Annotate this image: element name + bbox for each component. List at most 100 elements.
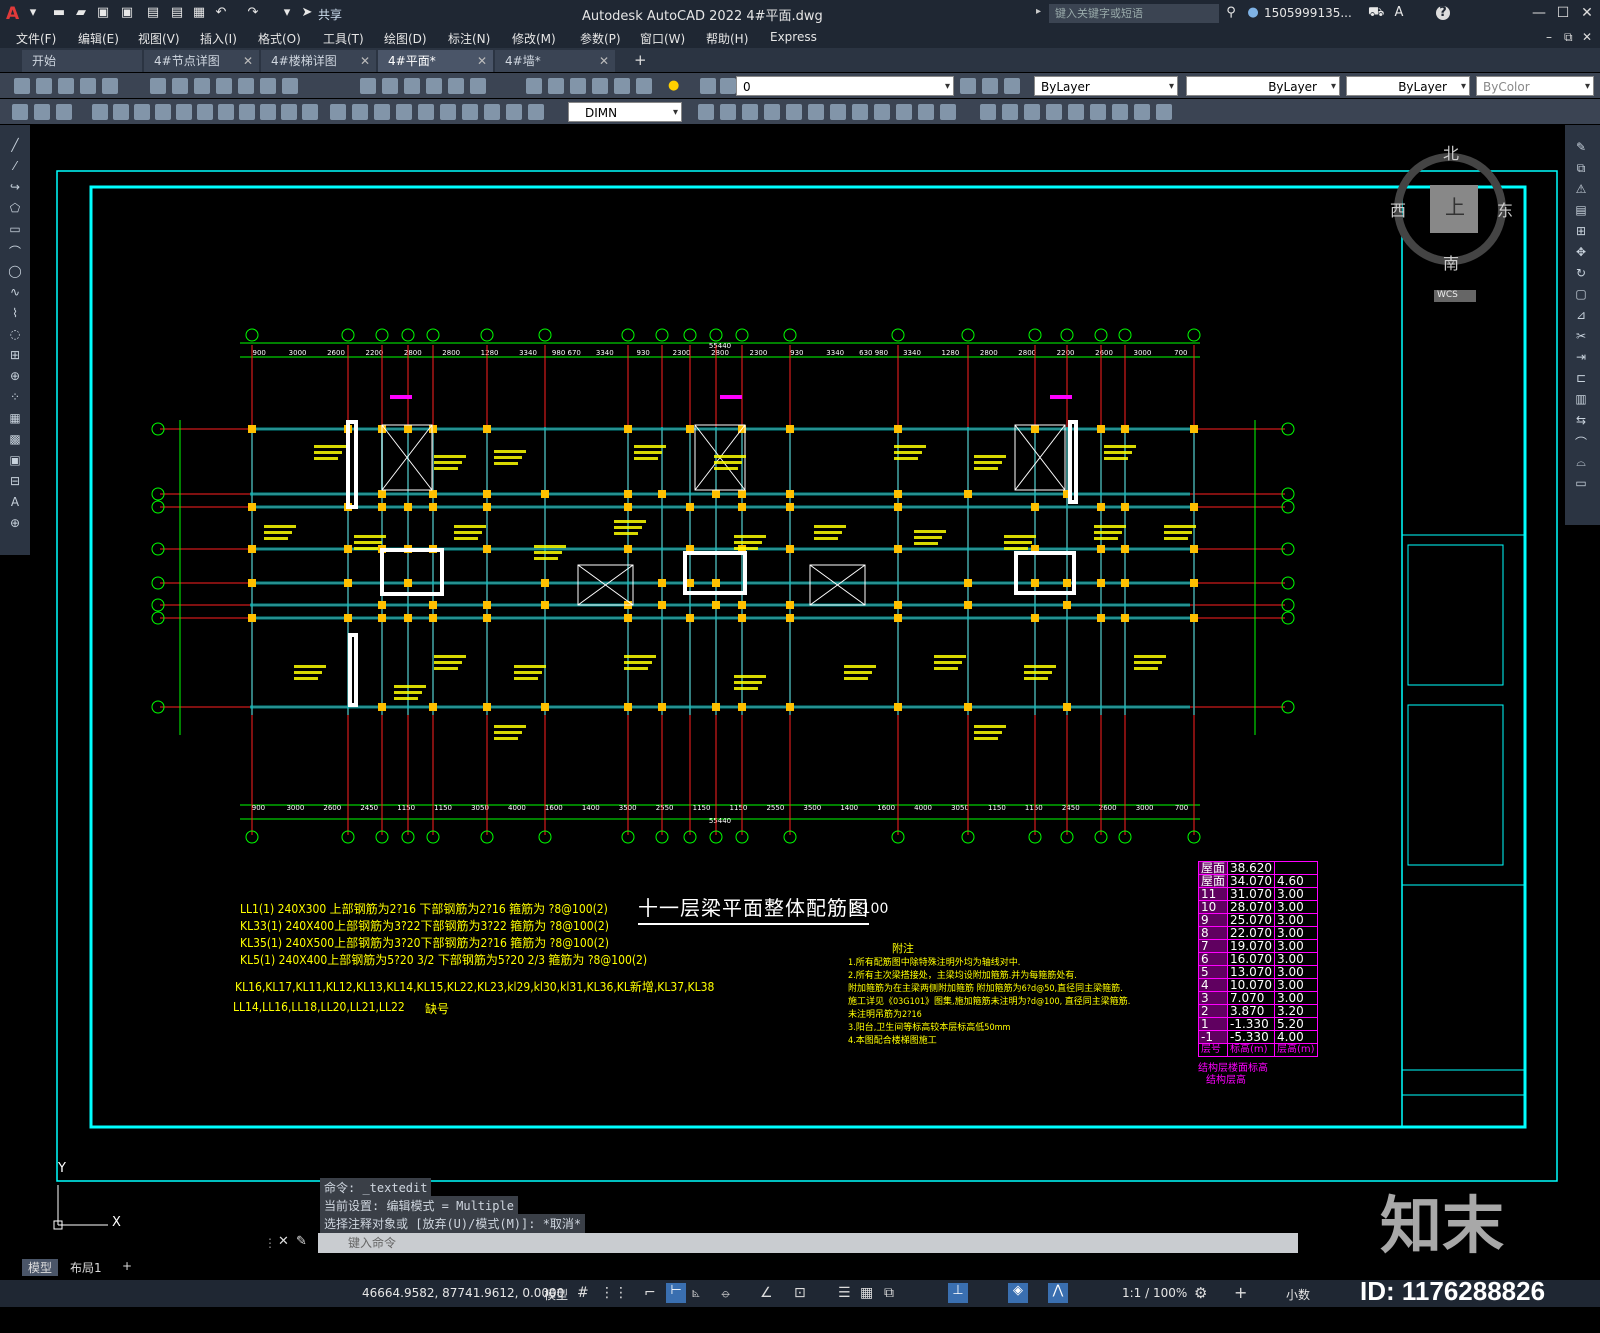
object-snap-tracking-icon[interactable]: ∠ bbox=[760, 1285, 773, 1301]
modify-tool-icon[interactable]: ⚠ bbox=[1573, 182, 1589, 196]
draw-tool-icon[interactable]: ◌ bbox=[7, 327, 23, 341]
toolbar-tool-icon[interactable] bbox=[150, 78, 166, 94]
help-icon[interactable]: ? bbox=[1436, 6, 1450, 20]
toolbar-tool-icon[interactable] bbox=[526, 78, 542, 94]
toolbar-tool-icon[interactable] bbox=[92, 104, 108, 120]
color-dropdown[interactable]: ByLayer ▾ bbox=[1034, 76, 1178, 96]
toolbar-tool-icon[interactable] bbox=[330, 104, 346, 120]
toolbar-tool-icon[interactable] bbox=[1156, 104, 1172, 120]
units-readout[interactable]: 小数 bbox=[1286, 1286, 1310, 1303]
modify-tool-icon[interactable]: ⇆ bbox=[1573, 413, 1589, 427]
toolbar-tool-icon[interactable] bbox=[239, 104, 255, 120]
beam-note[interactable]: KL35(1) 240X500上部钢筋为3?20下部钢筋为2?16 箍筋为 ?8… bbox=[240, 934, 609, 951]
toolbar-tool-icon[interactable] bbox=[700, 78, 716, 94]
undo-icon[interactable]: ↶ bbox=[214, 6, 228, 20]
general-note[interactable]: 未注明吊筋为2?16 bbox=[848, 1007, 922, 1020]
toolbar-tool-icon[interactable] bbox=[918, 104, 934, 120]
doc-close-icon[interactable]: ✕ bbox=[1582, 30, 1592, 44]
transparency-icon[interactable]: ▦ bbox=[860, 1285, 873, 1301]
app-menu-caret-icon[interactable]: ▾ bbox=[26, 6, 40, 20]
toolbar-tool-icon[interactable] bbox=[302, 104, 318, 120]
coordinates-readout[interactable]: 46664.9582, 87741.9612, 0.0000 bbox=[362, 1286, 564, 1300]
toolbar-tool-icon[interactable] bbox=[528, 104, 544, 120]
general-note[interactable]: 3.阳台,卫生间等标高较本层标高低50mm bbox=[848, 1020, 1010, 1033]
draw-tool-icon[interactable]: ⊞ bbox=[7, 348, 23, 362]
new-layout-icon[interactable]: + bbox=[122, 1259, 132, 1273]
toolbar-tool-icon[interactable] bbox=[874, 104, 890, 120]
toolbar-tool-icon[interactable] bbox=[282, 78, 298, 94]
draw-tool-icon[interactable]: ⊟ bbox=[7, 474, 23, 488]
toolbar-tool-icon[interactable] bbox=[352, 104, 368, 120]
toolbar-tool-icon[interactable] bbox=[614, 78, 630, 94]
annotation-scale[interactable]: 1:1 / 100% bbox=[1122, 1286, 1187, 1300]
polar-icon[interactable]: ⦝ bbox=[692, 1285, 700, 1301]
toolbar-tool-icon[interactable] bbox=[374, 104, 390, 120]
draw-tool-icon[interactable]: ▣ bbox=[7, 453, 23, 467]
add-icon[interactable]: + bbox=[1234, 1283, 1247, 1302]
share-button[interactable]: 共享 bbox=[318, 6, 342, 23]
toolbar-tool-icon[interactable] bbox=[830, 104, 846, 120]
tab-close-icon[interactable]: ✕ bbox=[599, 50, 609, 72]
general-note[interactable]: 1.所有配筋图中除特殊注明外均为轴线对中. bbox=[848, 955, 1020, 968]
toolbar-tool-icon[interactable] bbox=[418, 104, 434, 120]
menu-modify[interactable]: 修改(M) bbox=[512, 30, 556, 47]
toolbar-tool-icon[interactable] bbox=[14, 78, 30, 94]
toolbar-tool-icon[interactable] bbox=[1004, 78, 1020, 94]
toolbar-tool-icon[interactable] bbox=[172, 78, 188, 94]
modify-tool-icon[interactable]: ✂ bbox=[1573, 329, 1589, 343]
toolbar-tool-icon[interactable] bbox=[58, 78, 74, 94]
beam-note[interactable]: LL1(1) 240X300 上部钢筋为2?16 下部钢筋为2?16 箍筋为 ?… bbox=[240, 900, 608, 917]
customize-qat-icon[interactable]: ▾ bbox=[280, 6, 294, 20]
toolbar-tool-icon[interactable] bbox=[113, 104, 129, 120]
tab-layout1[interactable]: 布局1 bbox=[70, 1259, 102, 1276]
modify-tool-icon[interactable]: ⧉ bbox=[1573, 161, 1589, 175]
ortho-icon[interactable]: ⊢ bbox=[666, 1283, 686, 1303]
toolbar-tool-icon[interactable] bbox=[940, 104, 956, 120]
notes-title[interactable]: 附注 bbox=[892, 940, 914, 956]
isodraft-icon[interactable]: ⦵ bbox=[720, 1285, 732, 1301]
modify-tool-icon[interactable]: ⊞ bbox=[1573, 224, 1589, 238]
modify-tool-icon[interactable]: ⊿ bbox=[1573, 308, 1589, 322]
toolbar-tool-icon[interactable] bbox=[1134, 104, 1150, 120]
toolbar-tool-icon[interactable] bbox=[786, 104, 802, 120]
menu-draw[interactable]: 绘图(D) bbox=[384, 30, 427, 47]
tab-close-icon[interactable]: ✕ bbox=[360, 50, 370, 72]
drawing-title[interactable]: 十一层梁平面整体配筋图 bbox=[638, 892, 869, 925]
toolbar-tool-icon[interactable] bbox=[216, 78, 232, 94]
draw-tool-icon[interactable]: ⬠ bbox=[7, 201, 23, 215]
toolbar-tool-icon[interactable] bbox=[281, 104, 297, 120]
menu-edit[interactable]: 编辑(E) bbox=[78, 30, 119, 47]
toolbar-tool-icon[interactable] bbox=[34, 104, 50, 120]
toolbar-tool-icon[interactable] bbox=[56, 104, 72, 120]
draw-tool-icon[interactable]: A bbox=[7, 495, 23, 509]
toolbar-tool-icon[interactable] bbox=[1024, 104, 1040, 120]
workspace-gear-icon[interactable]: ⚙ bbox=[1194, 1284, 1207, 1302]
wcs-label[interactable]: WCS bbox=[1437, 290, 1458, 300]
search-input[interactable]: 键入关键字或短语 bbox=[1049, 4, 1219, 23]
command-grip-icon[interactable]: ⋮ bbox=[264, 1236, 276, 1250]
toolbar-tool-icon[interactable] bbox=[382, 78, 398, 94]
toolbar-tool-icon[interactable] bbox=[852, 104, 868, 120]
toolbar-tool-icon[interactable] bbox=[698, 104, 714, 120]
toolbar-tool-icon[interactable] bbox=[197, 104, 213, 120]
doc-restore-icon[interactable]: ⧉ bbox=[1564, 30, 1573, 45]
menu-help[interactable]: 帮助(H) bbox=[706, 30, 748, 47]
tab-wall[interactable]: 4#墙* ✕ bbox=[495, 50, 615, 72]
lineweight-dropdown[interactable]: ByLayer ▾ bbox=[1346, 76, 1470, 96]
tab-start[interactable]: 开始 bbox=[22, 50, 142, 72]
selection-cycling-icon[interactable]: ⧉ bbox=[884, 1285, 894, 1301]
toolbar-tool-icon[interactable] bbox=[720, 104, 736, 120]
search-expand-icon[interactable]: ▸ bbox=[1036, 6, 1041, 17]
maximize-button[interactable]: ☐ bbox=[1552, 3, 1574, 23]
menu-express[interactable]: Express bbox=[770, 30, 817, 44]
toolbar-tool-icon[interactable] bbox=[960, 78, 976, 94]
layer-bulb-icon[interactable]: ● bbox=[668, 78, 684, 94]
modify-tool-icon[interactable]: ⌓ bbox=[1573, 455, 1589, 469]
toolbar-tool-icon[interactable] bbox=[80, 78, 96, 94]
modify-tool-icon[interactable]: ⇥ bbox=[1573, 350, 1589, 364]
close-button[interactable]: ✕ bbox=[1576, 3, 1598, 23]
linetype-dropdown[interactable]: ByLayer ▾ bbox=[1186, 76, 1340, 96]
open-web-icon[interactable]: ▤ bbox=[146, 6, 160, 20]
toolbar-tool-icon[interactable] bbox=[808, 104, 824, 120]
toolbar-tool-icon[interactable] bbox=[155, 104, 171, 120]
